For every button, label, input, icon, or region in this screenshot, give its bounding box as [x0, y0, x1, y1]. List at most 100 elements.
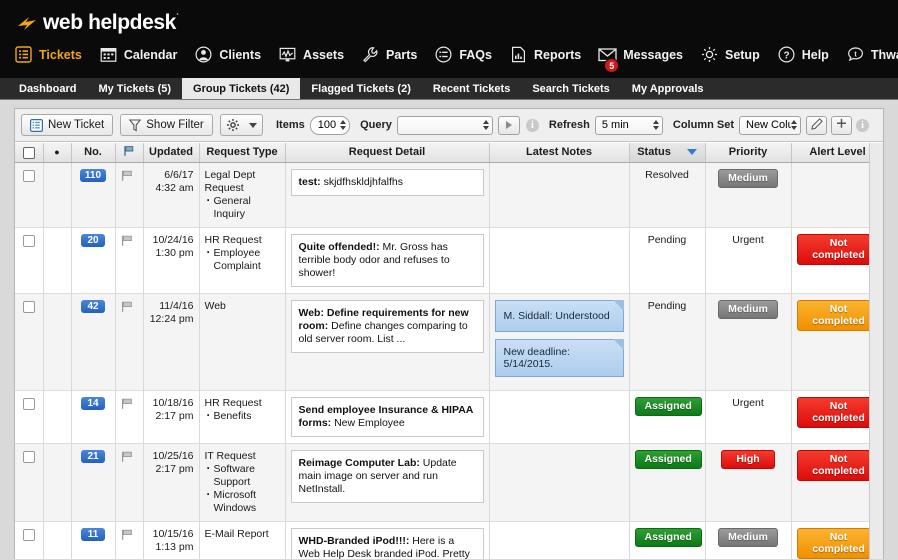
table-row[interactable]: 21 10/25/162:17 pm IT Request Software S…: [15, 443, 883, 522]
nav-item-faqs[interactable]: FAQs: [434, 45, 492, 64]
request-detail-box[interactable]: test: skjdfhskldjhfalfhs: [290, 168, 484, 196]
row-flag-cell[interactable]: [115, 521, 144, 559]
row-request-detail-cell[interactable]: Web: Define requirements for new room: D…: [285, 293, 490, 391]
nav-item-parts[interactable]: Parts: [361, 45, 417, 64]
row-number-cell[interactable]: 110: [71, 162, 116, 228]
header-request-detail[interactable]: Request Detail: [285, 143, 490, 163]
nav-item-thwack[interactable]: t Thwack: [846, 45, 898, 64]
row-request-type-cell: HR Request Employee Complaint: [199, 227, 286, 294]
select-all-checkbox[interactable]: [22, 146, 35, 159]
row-number-cell[interactable]: 21: [71, 443, 116, 522]
tab-flagged-tickets[interactable]: Flagged Tickets (2): [300, 78, 421, 99]
nav-item-assets[interactable]: Assets: [278, 45, 344, 64]
columnset-select[interactable]: New Colu: [739, 115, 801, 135]
tab-search-tickets[interactable]: Search Tickets: [521, 78, 620, 99]
request-detail-box[interactable]: WHD-Branded iPod!!!: Here is a Web Help …: [290, 527, 484, 559]
vertical-scrollbar[interactable]: [869, 143, 883, 559]
row-select-cell[interactable]: [15, 162, 44, 228]
stepper-arrows-icon: [340, 120, 347, 130]
row-flag-cell[interactable]: [115, 162, 144, 228]
header-request-type[interactable]: Request Type: [199, 143, 286, 163]
request-detail-box[interactable]: Quite offended!: Mr. Gross has terrible …: [290, 233, 484, 287]
table-row[interactable]: 11 10/15/16 1:13 pm E-Mail Report WHD-Br…: [15, 521, 883, 559]
nav-item-tickets[interactable]: Tickets: [14, 45, 82, 64]
row-status-cell: Resolved: [629, 162, 706, 228]
gear-icon: [226, 118, 240, 132]
header-status[interactable]: Status: [629, 143, 706, 163]
row-select-cell[interactable]: [15, 293, 44, 391]
nav-item-help[interactable]: ? Help: [777, 45, 829, 64]
add-columnset-button[interactable]: [831, 115, 852, 135]
tab-group-tickets[interactable]: Group Tickets (42): [182, 78, 301, 99]
row-number-cell[interactable]: 20: [71, 227, 116, 294]
settings-menu-button[interactable]: [219, 114, 263, 136]
tab-dashboard[interactable]: Dashboard: [8, 78, 87, 99]
query-info-icon[interactable]: i: [525, 118, 539, 132]
columnset-value: New Colu: [746, 119, 791, 131]
row-flag-cell[interactable]: [115, 293, 144, 391]
tab-recent-tickets[interactable]: Recent Tickets: [422, 78, 521, 99]
row-checkbox[interactable]: [22, 397, 35, 410]
edit-columnset-button[interactable]: [806, 115, 827, 135]
note-text: M. Siddall: Understood: [503, 309, 610, 322]
row-number-cell[interactable]: 42: [71, 293, 116, 391]
note-bubble[interactable]: M. Siddall: Understood: [494, 299, 624, 332]
row-select-cell[interactable]: [15, 227, 44, 294]
row-checkbox[interactable]: [22, 234, 35, 247]
row-select-cell[interactable]: [15, 390, 44, 444]
header-latest-notes[interactable]: Latest Notes: [489, 143, 630, 163]
row-request-detail-cell[interactable]: Quite offended!: Mr. Gross has terrible …: [285, 227, 490, 294]
stepper-arrows-icon: [652, 120, 659, 130]
tab-my-tickets[interactable]: My Tickets (5): [87, 78, 182, 99]
columnset-info-icon[interactable]: i: [856, 118, 869, 132]
header-unread[interactable]: ●: [43, 143, 72, 163]
header-updated[interactable]: Updated: [143, 143, 200, 163]
flag-icon: [121, 451, 138, 466]
tab-my-approvals[interactable]: My Approvals: [621, 78, 715, 99]
nav-item-calendar[interactable]: Calendar: [99, 45, 177, 64]
row-request-detail-cell[interactable]: Reimage Computer Lab: Update main image …: [285, 443, 490, 522]
ticket-number-badge: 42: [81, 299, 105, 313]
row-checkbox[interactable]: [22, 450, 35, 463]
row-number-cell[interactable]: 11: [71, 521, 116, 559]
tickets-table-scroll[interactable]: ● No. Updated Request Type Request Detai…: [15, 143, 883, 559]
nav-item-setup[interactable]: Setup: [700, 45, 760, 64]
nav-item-messages[interactable]: 5 Messages: [598, 45, 683, 73]
show-filter-button[interactable]: Show Filter: [120, 114, 213, 136]
row-flag-cell[interactable]: [115, 390, 144, 444]
request-detail-box[interactable]: Send employee Insurance & HIPAA forms: N…: [290, 396, 484, 437]
header-number[interactable]: No.: [71, 143, 116, 163]
row-select-cell[interactable]: [15, 521, 44, 559]
table-row[interactable]: 110 6/6/174:32 am Legal Dept Request Gen…: [15, 162, 883, 228]
row-flag-cell[interactable]: [115, 443, 144, 522]
row-latest-notes-cell[interactable]: M. Siddall: Understood New deadline: 5/1…: [489, 293, 630, 391]
header-priority[interactable]: Priority: [705, 143, 792, 163]
header-flag[interactable]: [115, 143, 144, 163]
nav-item-reports[interactable]: Reports: [509, 45, 581, 64]
table-row[interactable]: 42 11/4/16 12:24 pm Web Web: Define requ…: [15, 293, 883, 391]
request-detail-box[interactable]: Web: Define requirements for new room: D…: [290, 299, 484, 353]
row-status-cell: Assigned: [629, 390, 706, 444]
row-checkbox[interactable]: [22, 300, 35, 313]
nav-item-clients[interactable]: Clients: [194, 45, 261, 64]
header-select-all[interactable]: [15, 143, 44, 163]
row-flag-cell[interactable]: [115, 227, 144, 294]
row-request-detail-cell[interactable]: Send employee Insurance & HIPAA forms: N…: [285, 390, 490, 444]
row-checkbox[interactable]: [22, 169, 35, 182]
new-ticket-button[interactable]: New Ticket: [21, 114, 114, 136]
row-number-cell[interactable]: 14: [71, 390, 116, 444]
refresh-select[interactable]: 5 min: [594, 115, 663, 135]
run-query-button[interactable]: [497, 115, 520, 135]
row-request-detail-cell[interactable]: WHD-Branded iPod!!!: Here is a Web Help …: [285, 521, 490, 559]
row-request-detail-cell[interactable]: test: skjdfhskldjhfalfhs: [285, 162, 490, 228]
items-stepper[interactable]: 100: [309, 115, 351, 135]
table-row[interactable]: 14 10/18/162:17 pm HR Request Benefits: [15, 390, 883, 444]
note-bubble[interactable]: New deadline: 5/14/2015.: [494, 338, 624, 377]
updated-time: 2:17 pm: [155, 462, 194, 475]
row-checkbox[interactable]: [22, 528, 35, 541]
query-select[interactable]: [396, 115, 493, 135]
row-select-cell[interactable]: [15, 443, 44, 522]
table-row[interactable]: 20 10/24/161:30 pm HR Request Employee C…: [15, 227, 883, 294]
app-logo[interactable]: web helpdesk˙: [0, 0, 898, 36]
request-detail-box[interactable]: Reimage Computer Lab: Update main image …: [290, 449, 484, 503]
